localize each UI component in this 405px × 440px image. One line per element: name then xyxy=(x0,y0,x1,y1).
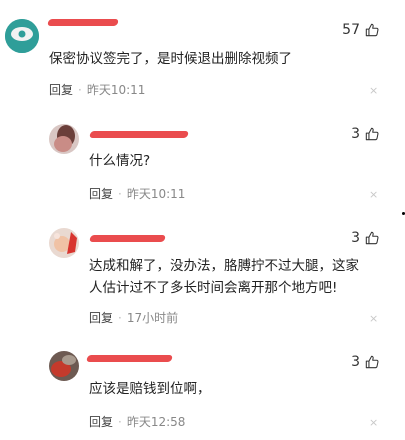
avatar[interactable] xyxy=(49,124,79,154)
comment-meta: 回复 · 昨天10:11 xyxy=(49,82,145,98)
close-icon[interactable]: × xyxy=(369,312,378,325)
comment-meta: 回复 · 17小时前 xyxy=(89,310,178,326)
like-count: 3 xyxy=(351,126,360,142)
like-count: 57 xyxy=(342,22,360,38)
thumbs-up-icon xyxy=(365,231,379,245)
reply-button[interactable]: 回复 xyxy=(89,311,113,325)
close-icon[interactable]: × xyxy=(369,84,378,97)
comment-meta: 回复 · 昨天10:11 xyxy=(89,186,185,202)
comment-text: 应该是赔钱到位啊， xyxy=(89,381,211,397)
thumbs-up-icon xyxy=(365,355,379,369)
timestamp: 昨天10:11 xyxy=(86,83,146,97)
separator-dot: · xyxy=(118,187,122,201)
like-button[interactable]: 57 xyxy=(342,21,379,39)
redacted-username xyxy=(86,355,173,362)
like-count: 3 xyxy=(351,354,360,370)
like-button[interactable]: 3 xyxy=(351,229,379,247)
thumbs-up-icon xyxy=(365,127,379,141)
reply-item: 什么情况? 回复 · 昨天10:11 3 × xyxy=(0,110,405,210)
timestamp: 17小时前 xyxy=(126,311,179,325)
close-icon[interactable]: × xyxy=(369,188,378,201)
separator-dot: · xyxy=(78,83,82,97)
avatar-image xyxy=(49,124,79,154)
close-icon[interactable]: × xyxy=(369,416,378,429)
redacted-username xyxy=(47,19,119,26)
reply-button[interactable]: 回复 xyxy=(49,83,73,97)
reply-item: 达成和解了，没办法，胳膊拧不过大腿，这家 人估计过不了多长时间会离开那个地方吧!… xyxy=(0,214,405,340)
reply-button[interactable]: 回复 xyxy=(89,415,113,429)
comment-text: 保密协议签完了，是时候退出删除视频了 xyxy=(49,51,292,67)
comment-text-line: 人估计过不了多长时间会离开那个地方吧! xyxy=(89,280,338,296)
timestamp: 昨天12:58 xyxy=(126,415,186,429)
avatar[interactable] xyxy=(5,19,39,53)
reply-item: 应该是赔钱到位啊， 回复 · 昨天12:58 3 × xyxy=(0,340,405,440)
redacted-username xyxy=(89,131,189,138)
avatar[interactable] xyxy=(49,351,79,381)
redacted-username xyxy=(89,235,166,242)
separator-dot: · xyxy=(118,415,122,429)
comment-text: 什么情况? xyxy=(89,153,151,169)
avatar[interactable] xyxy=(49,228,79,258)
separator-dot: · xyxy=(118,311,122,325)
comment-item: 保密协议签完了，是时候退出删除视频了 回复 · 昨天10:11 57 × xyxy=(0,0,405,110)
avatar-image xyxy=(49,351,79,381)
comment-meta: 回复 · 昨天12:58 xyxy=(89,414,185,430)
avatar-image xyxy=(49,228,79,258)
like-button[interactable]: 3 xyxy=(351,125,379,143)
avatar-image xyxy=(5,19,39,53)
like-count: 3 xyxy=(351,230,360,246)
comment-text-line: 达成和解了，没办法，胳膊拧不过大腿，这家 xyxy=(89,258,359,274)
timestamp: 昨天10:11 xyxy=(126,187,186,201)
reply-button[interactable]: 回复 xyxy=(89,187,113,201)
like-button[interactable]: 3 xyxy=(351,353,379,371)
thumbs-up-icon xyxy=(365,23,379,37)
